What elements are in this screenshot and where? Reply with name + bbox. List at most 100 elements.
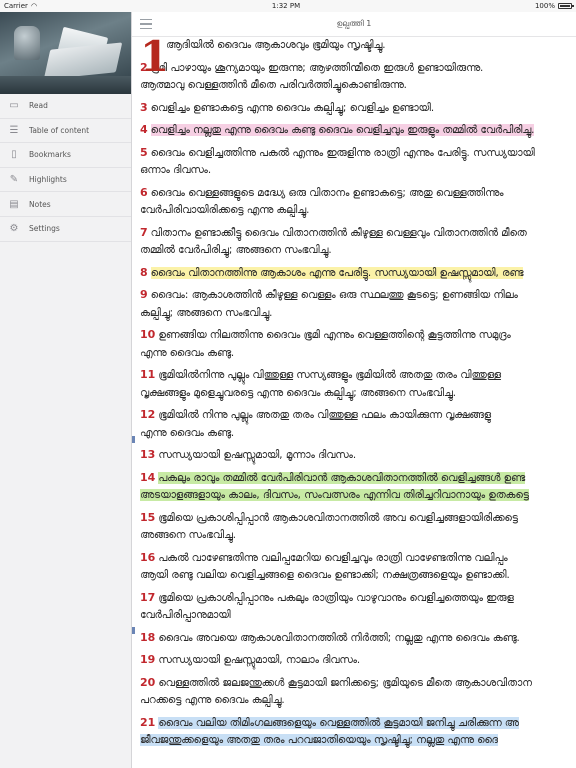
list-icon: ☰ — [9, 124, 19, 136]
verse-block[interactable]: 14 പകലും രാവും തമ്മിൽ വേർപിരിവാൻ ആകാശവിതാ… — [140, 467, 576, 507]
verse-block[interactable]: 6 ദൈവം വെള്ളങ്ങളുടെ മദ്ധ്യേ ഒരു വിതാനം ഉണ… — [140, 182, 576, 222]
sidebar-item-settings[interactable]: ⚙ Settings — [0, 217, 131, 242]
wifi-icon: ◠ — [30, 2, 38, 10]
clock: 1:32 PM — [271, 2, 301, 10]
verse-block[interactable]: 11 ഭൂമിയിൽനിന്നു പുല്ലും വിത്തുള്ള സസ്യങ്… — [140, 364, 576, 404]
verse-line: 17 ഭൂമിയെ പ്രകാശിപ്പിപ്പാനും പകലും രാത്രി… — [140, 589, 576, 608]
verse-block[interactable]: 5 ദൈവം വെളിച്ചത്തിന്നു പകൽ എന്നും ഇരുളിന്… — [140, 142, 576, 182]
sidebar-item-label: Notes — [29, 199, 51, 209]
verse-line: 6 ദൈവം വെള്ളങ്ങളുടെ മദ്ധ്യേ ഒരു വിതാനം ഉണ… — [140, 184, 576, 203]
verse-text: വേർപിരിവായിരിക്കട്ടെ എന്നു കല്പിച്ചു. — [140, 204, 310, 216]
battery-percent: 100% — [534, 2, 555, 10]
verse-line: 8 ദൈവം വിതാനത്തിന്നു ആകാശം എന്നു പേരിട്ടു… — [140, 264, 576, 283]
verse-block[interactable]: 9 ദൈവം: ആകാശത്തിൻ കീഴുള്ള വെള്ളം ഒരു സ്ഥല… — [140, 284, 576, 324]
verse-block[interactable]: 7 വിതാനം ഉണ്ടാക്കീട്ടു ദൈവം വിതാനത്തിൻ കീ… — [140, 222, 576, 262]
bookmark-icon: ▯ — [11, 149, 17, 161]
verse-line: വേർപിരിപ്പാനുമായി — [140, 607, 576, 625]
sidebar-item-table-of-content[interactable]: ☰ Table of content — [0, 119, 131, 144]
book-open-icon: ▭ — [9, 100, 19, 112]
sidebar-item-label: Settings — [29, 224, 60, 234]
verse-number: 8 — [140, 265, 148, 279]
verse-number: 14 — [140, 470, 156, 484]
verse-block[interactable]: 13 സന്ധ്യയായി ഉഷസ്സുമായി, മൂന്നാം ദിവസം. — [140, 444, 576, 467]
battery-icon — [557, 3, 574, 9]
verse-block[interactable]: 17 ഭൂമിയെ പ്രകാശിപ്പിപ്പാനും പകലും രാത്രി… — [140, 587, 576, 627]
verse-block[interactable]: 1 ആദിയിൽ ദൈവം ആകാശവും ഭൂമിയും സൃഷ്ടിച്ചു. — [140, 36, 576, 78]
verse-line: 16 പകൽ വാഴേണ്ടതിന്നു വലിപ്പമേറിയ വെളിച്ചവ… — [140, 549, 576, 568]
verse-text: ആയി രണ്ടു വലിയ വെളിച്ചങ്ങളെ ദൈവം ഉണ്ടാക്… — [140, 569, 510, 581]
verse-block[interactable]: 2 ഭൂമി പാഴായും ശൂന്യമായും ഇരുന്നു; ആഴത്തി… — [140, 57, 576, 97]
verse-line: 18 ദൈവം അവയെ ആകാശവിതാനത്തിൽ നിർത്തി; നല്ല… — [140, 629, 576, 648]
sidebar-item-bookmarks[interactable]: ▯ Bookmarks — [0, 143, 131, 168]
verse-number: 7 — [140, 225, 148, 239]
verse-line: വേർപിരിവായിരിക്കട്ടെ എന്നു കല്പിച്ചു. — [140, 202, 576, 220]
verse-line: എന്നു ദൈവം കണ്ടു. — [140, 425, 576, 443]
note-marker[interactable] — [132, 627, 135, 634]
verse-block[interactable]: 4 വെളിച്ചം നല്ലതു എന്നു ദൈവം കണ്ടു ദൈവം വ… — [140, 119, 576, 142]
verse-text: ദൈവം അവയെ ആകാശവിതാനത്തിൽ നിർത്തി; നല്ലതു… — [158, 631, 520, 644]
verse-text: ആദിയിൽ ദൈവം ആകാശവും ഭൂമിയും സൃഷ്ടിച്ചു. — [166, 39, 386, 51]
verse-block[interactable]: 8 ദൈവം വിതാനത്തിന്നു ആകാശം എന്നു പേരിട്ടു… — [140, 262, 576, 285]
verse-block[interactable]: 18 ദൈവം അവയെ ആകാശവിതാനത്തിൽ നിർത്തി; നല്ല… — [140, 627, 576, 650]
verse-text: വെളിച്ചം നല്ലതു എന്നു ദൈവം കണ്ടു ദൈവം വെ… — [150, 124, 535, 136]
verse-block[interactable]: 3 വെളിച്ചം ഉണ്ടാകട്ടെ എന്നു ദൈവം കല്പിച്ച… — [140, 97, 576, 120]
sidebar-item-read[interactable]: ▭ Read — [0, 94, 131, 119]
verse-text: ഭൂമിയെ പ്രകാശിപ്പിപ്പാൻ ആകാശവിതാനത്തിൽ അ… — [158, 511, 518, 524]
menu-icon[interactable] — [140, 19, 152, 29]
verse-number: 3 — [140, 100, 148, 114]
verse-block[interactable]: 12 ഭൂമിയിൽ നിന്നു പുല്ലും അതതു തരം വിത്തു… — [140, 404, 576, 444]
verse-text: തമ്മിൽ വേർപിരിച്ചു; അങ്ങനെ സംഭവിച്ചു. — [140, 244, 332, 256]
verse-line: ആദിയിൽ ദൈവം ആകാശവും ഭൂമിയും സൃഷ്ടിച്ചു. — [166, 37, 576, 55]
verse-line: എന്നു ദൈവം കണ്ടു. — [140, 345, 576, 363]
sidebar-item-notes[interactable]: ▤ Notes — [0, 192, 131, 217]
bookmark-marker[interactable] — [132, 436, 135, 443]
nav-bar: ഉല്പത്തി 1 — [132, 12, 576, 37]
sidebar-item-label: Highlights — [29, 175, 67, 185]
verse-number: 5 — [140, 145, 148, 159]
verse-line: വൃക്ഷങ്ങളും മുളെച്ചുവരട്ടെ എന്നു ദൈവം കല… — [140, 385, 576, 403]
battery-fill — [559, 5, 570, 7]
verse-line: 5 ദൈവം വെളിച്ചത്തിന്നു പകൽ എന്നും ഇരുളിന്… — [140, 144, 576, 163]
verse-number: 6 — [140, 185, 148, 199]
verse-text: ആത്മാവു വെള്ളത്തിൻ മീതെ പരിവർത്തിച്ചുകൊണ… — [140, 79, 407, 91]
verse-block[interactable]: 19 സന്ധ്യയായി ഉഷസ്സുമായി, നാലാം ദിവസം. — [140, 649, 576, 672]
verse-number: 17 — [140, 590, 156, 604]
verse-text: ജീവജന്തുക്കളെയും അതതു തരം പറവജാതിയെയും സ… — [140, 734, 498, 746]
verse-line: 11 ഭൂമിയിൽനിന്നു പുല്ലും വിത്തുള്ള സസ്യങ്… — [140, 366, 576, 385]
sidebar-item-highlights[interactable]: ✎ Highlights — [0, 168, 131, 193]
verse-text: സന്ധ്യയായി ഉഷസ്സുമായി, നാലാം ദിവസം. — [158, 654, 361, 666]
verse-line: 15 ഭൂമിയെ പ്രകാശിപ്പിപ്പാൻ ആകാശവിതാനത്തിൽ… — [140, 509, 576, 528]
verse-line: അടയാളങ്ങളായും കാലം, ദിവസം, സംവത്സരം എന്ന… — [140, 487, 576, 505]
verse-text: അടയാളങ്ങളായും കാലം, ദിവസം, സംവത്സരം എന്ന… — [140, 489, 529, 501]
verse-number: 21 — [140, 715, 156, 729]
verse-block[interactable]: 16 പകൽ വാഴേണ്ടതിന്നു വലിപ്പമേറിയ വെളിച്ചവ… — [140, 547, 576, 587]
verse-text: വൃക്ഷങ്ങളും മുളെച്ചുവരട്ടെ എന്നു ദൈവം കല… — [140, 386, 457, 399]
verse-number: 16 — [140, 550, 156, 564]
verse-block[interactable]: 20 വെള്ളത്തിൽ ജലജന്തുക്കൾ കൂട്ടമായി ജനിക്… — [140, 672, 576, 712]
verse-block[interactable]: 21 ദൈവം വലിയ തിമിംഗലങ്ങളെയും വെള്ളത്തിൽ ക… — [140, 712, 576, 752]
verse-line: 7 വിതാനം ഉണ്ടാക്കീട്ടു ദൈവം വിതാനത്തിൻ കീ… — [140, 224, 576, 243]
status-bar: Carrier ◠ 1:32 PM 100% — [0, 0, 576, 12]
verse-line: അങ്ങനെ സംഭവിച്ചു. — [140, 527, 576, 545]
verse-line: 21 ദൈവം വലിയ തിമിംഗലങ്ങളെയും വെള്ളത്തിൽ ക… — [140, 714, 576, 733]
verse-text: സന്ധ്യയായി ഉഷസ്സുമായി, മൂന്നാം ദിവസം. — [158, 449, 357, 461]
carrier-indicator: Carrier ◠ — [4, 2, 37, 10]
verse-text: അങ്ങനെ സംഭവിച്ചു. — [140, 529, 237, 541]
verse-block[interactable]: 15 ഭൂമിയെ പ്രകാശിപ്പിപ്പാൻ ആകാശവിതാനത്തിൽ… — [140, 507, 576, 547]
verse-block[interactable]: 10 ഉണങ്ങിയ നിലത്തിന്നു ദൈവം ഭൂമി എന്നും വ… — [140, 324, 576, 364]
verse-line: 10 ഉണങ്ങിയ നിലത്തിന്നു ദൈവം ഭൂമി എന്നും വ… — [140, 326, 576, 345]
highlighter-icon: ✎ — [9, 174, 19, 186]
verse-text: ദൈവം വിതാനത്തിന്നു ആകാശം എന്നു പേരിട്ടു.… — [150, 266, 524, 279]
verse-number: 13 — [140, 448, 156, 461]
verse-line: 19 സന്ധ്യയായി ഉഷസ്സുമായി, നാലാം ദിവസം. — [140, 651, 576, 670]
carrier-label: Carrier — [4, 2, 28, 10]
verse-number: 4 — [140, 123, 148, 136]
verse-text: ദൈവം: ആകാശത്തിൻ കീഴുള്ള വെള്ളം ഒരു സ്ഥലത… — [150, 289, 518, 301]
verse-line: 13 സന്ധ്യയായി ഉഷസ്സുമായി, മൂന്നാം ദിവസം. — [140, 446, 576, 465]
verse-number: 20 — [140, 675, 156, 689]
verse-line: കല്പിച്ചു; അങ്ങനെ സംഭവിച്ചു. — [140, 305, 576, 323]
verse-line: 14 പകലും രാവും തമ്മിൽ വേർപിരിവാൻ ആകാശവിതാ… — [140, 469, 576, 488]
verse-line: പറക്കട്ടെ എന്നു ദൈവം കല്പിച്ചു. — [140, 692, 576, 710]
verse-number: 19 — [140, 653, 156, 666]
verse-text: എന്നു ദൈവം കണ്ടു. — [140, 426, 235, 439]
